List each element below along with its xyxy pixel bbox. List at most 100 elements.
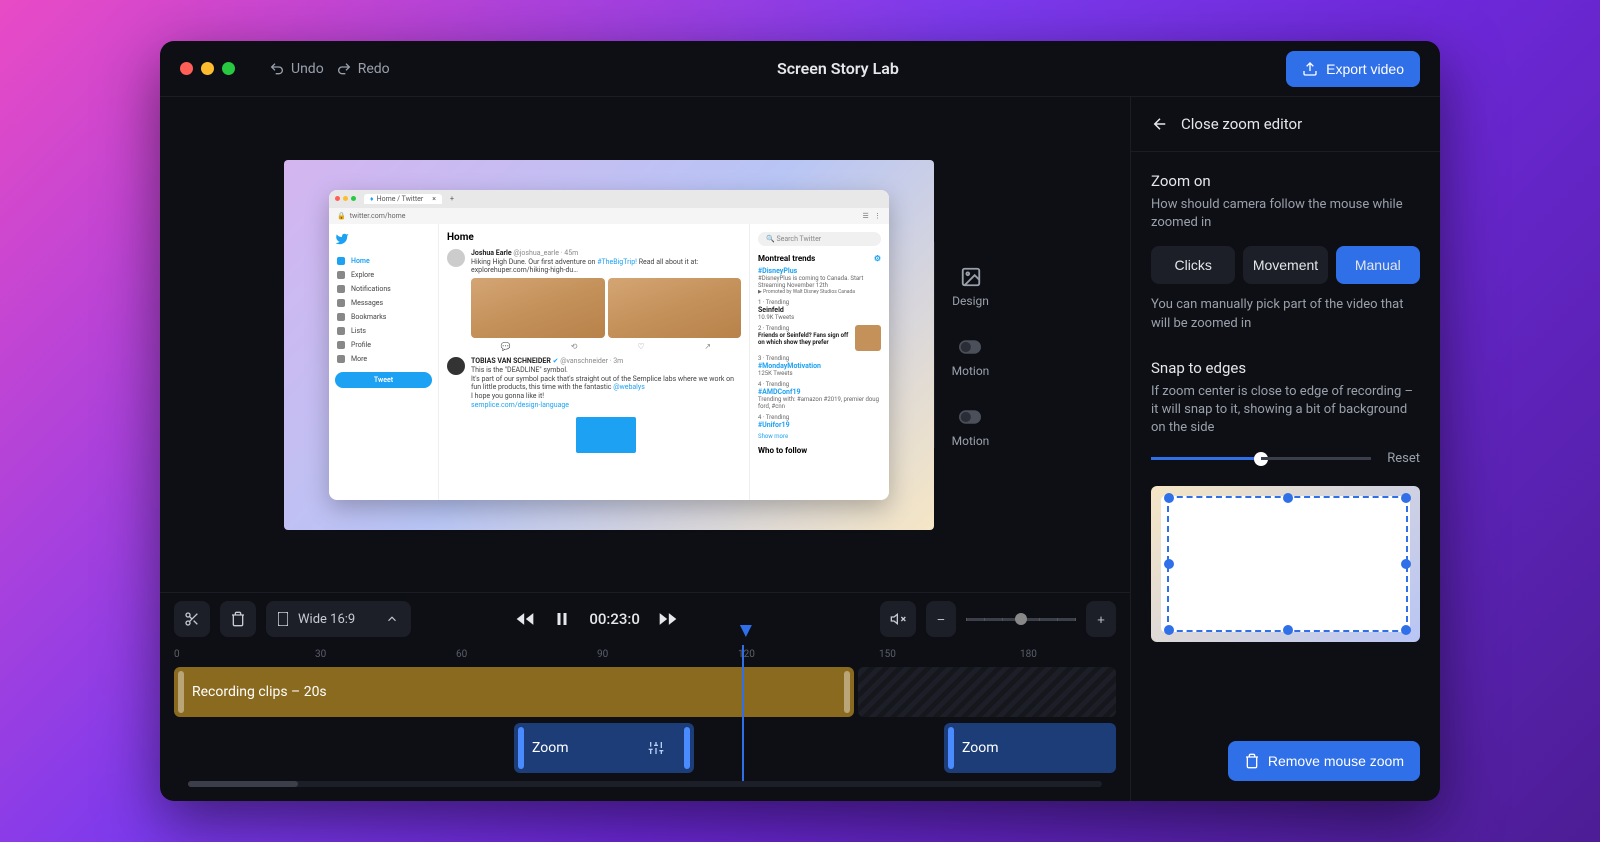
zoom-mode-clicks[interactable]: Clicks (1151, 246, 1235, 284)
right-toolbar: Design Motion Motion (934, 242, 1006, 448)
playhead[interactable] (742, 645, 744, 787)
zoom-mode-hint: You can manually pick part of the video … (1151, 296, 1420, 332)
undo-label: Undo (291, 61, 324, 77)
zoom-editor-panel: Close zoom editor Zoom on How should cam… (1130, 97, 1440, 801)
zoom-on-desc: How should camera follow the mouse while… (1151, 196, 1420, 232)
crop-handle-tc[interactable] (1283, 493, 1293, 503)
undo-icon (269, 61, 285, 77)
zoom-clip-label: Zoom (962, 740, 999, 756)
design-label: Design (952, 294, 989, 308)
aspect-label: Wide 16:9 (298, 612, 355, 627)
undo-redo-group: Undo Redo (269, 61, 390, 77)
clip-handle-left[interactable] (178, 671, 184, 713)
toggle-icon (959, 336, 981, 358)
sliders-icon[interactable] (648, 740, 664, 756)
motion-tool-2[interactable]: Motion (952, 406, 990, 448)
crop-handle-rc[interactable] (1401, 559, 1411, 569)
mute-button[interactable] (880, 601, 916, 637)
crop-handle-bl[interactable] (1164, 625, 1174, 635)
aspect-ratio-dropdown[interactable]: Wide 16:9 (266, 601, 411, 637)
body-row: ♦ Home / Twitter × + 🔒 twitter.com/home … (160, 97, 1440, 801)
zoom-in-button[interactable]: + (1086, 601, 1116, 637)
undo-button[interactable]: Undo (269, 61, 324, 77)
zoom-mode-movement[interactable]: Movement (1243, 246, 1327, 284)
crop-handle-tl[interactable] (1164, 493, 1174, 503)
snap-desc: If zoom center is close to edge of recor… (1151, 383, 1420, 438)
zoom-crop-preview[interactable] (1151, 486, 1420, 642)
zoom-clip-2[interactable]: Zoom (944, 723, 1116, 773)
recording-clip[interactable]: Recording clips – 20s (174, 667, 854, 717)
close-editor-label: Close zoom editor (1181, 115, 1302, 133)
pause-button[interactable] (553, 610, 571, 628)
feed-title: Home (447, 232, 741, 243)
cut-button[interactable] (174, 601, 210, 637)
titlebar: Undo Redo Screen Story Lab Export video (160, 41, 1440, 97)
snap-slider[interactable] (1151, 457, 1371, 460)
crop-frame[interactable] (1167, 496, 1408, 632)
close-zoom-editor-button[interactable]: Close zoom editor (1131, 97, 1440, 152)
clip-handle-left[interactable] (948, 727, 954, 769)
aspect-icon (278, 612, 288, 626)
scrollbar-thumb[interactable] (188, 781, 298, 787)
rewind-button[interactable] (515, 609, 535, 629)
crop-handle-lc[interactable] (1164, 559, 1174, 569)
forward-button[interactable] (658, 609, 678, 629)
zoom-mode-manual[interactable]: Manual (1336, 246, 1420, 284)
tw-sidebar: Home Explore Notifications Messages Book… (329, 224, 439, 500)
maximize-window-icon[interactable] (222, 62, 235, 75)
timeline-ruler[interactable]: 0 30 60 90 120 150 180 (160, 645, 1130, 667)
zoom-out-button[interactable]: − (926, 601, 956, 637)
zoom-clip-1[interactable]: Zoom (514, 723, 694, 773)
canvas-preview[interactable]: ♦ Home / Twitter × + 🔒 twitter.com/home … (284, 160, 934, 530)
timeline-tracks: Recording clips – 20s Zoom (160, 667, 1130, 801)
zoom-slider[interactable] (966, 618, 1076, 621)
timeline-scrollbar[interactable] (188, 781, 1102, 787)
twitter-logo-icon (335, 232, 349, 246)
redo-label: Redo (358, 61, 390, 77)
export-icon (1302, 61, 1318, 77)
export-video-button[interactable]: Export video (1286, 51, 1420, 87)
zoom-mode-segmented: Clicks Movement Manual (1151, 246, 1420, 284)
recording-clip-label: Recording clips – 20s (192, 684, 327, 700)
volume-off-icon (890, 611, 906, 627)
browser-tabs: ♦ Home / Twitter × + (329, 190, 889, 208)
canvas-preview-zone: ♦ Home / Twitter × + 🔒 twitter.com/home … (160, 97, 1130, 592)
motion-label: Motion (952, 434, 990, 448)
delete-button[interactable] (220, 601, 256, 637)
timecode: 00:23:0 (589, 610, 640, 628)
image-icon (960, 266, 982, 288)
crop-handle-bc[interactable] (1283, 625, 1293, 635)
minimize-window-icon[interactable] (201, 62, 214, 75)
clip-handle-right[interactable] (844, 671, 850, 713)
clip-handle-left[interactable] (518, 727, 524, 769)
close-window-icon[interactable] (180, 62, 193, 75)
playhead-indicator-icon[interactable] (740, 625, 752, 637)
snap-title: Snap to edges (1151, 359, 1420, 377)
timeline-controls: Wide 16:9 00:23:0 (160, 593, 1130, 645)
recording-track: Recording clips – 20s (174, 667, 1116, 717)
toggle-icon (959, 406, 981, 428)
clip-handle-right[interactable] (684, 727, 690, 769)
tweet-button: Tweet (335, 372, 432, 388)
main-area: ♦ Home / Twitter × + 🔒 twitter.com/home … (160, 97, 1130, 801)
crop-handle-br[interactable] (1401, 625, 1411, 635)
redo-button[interactable]: Redo (336, 61, 390, 77)
chevron-up-icon (385, 612, 399, 626)
browser-url: twitter.com/home (350, 212, 406, 220)
zoom-on-title: Zoom on (1151, 172, 1420, 190)
zoom-controls: − + (926, 601, 1116, 637)
remove-zoom-label: Remove mouse zoom (1268, 753, 1404, 769)
remove-mouse-zoom-button[interactable]: Remove mouse zoom (1228, 741, 1420, 781)
redo-icon (336, 61, 352, 77)
arrow-left-icon (1151, 115, 1169, 133)
traffic-lights (180, 62, 235, 75)
zoom-clip-label: Zoom (532, 740, 569, 756)
app-window: Undo Redo Screen Story Lab Export video (160, 41, 1440, 801)
design-tool[interactable]: Design (952, 266, 989, 308)
motion-tool-1[interactable]: Motion (952, 336, 990, 378)
snap-reset-button[interactable]: Reset (1387, 451, 1420, 466)
trash-icon (230, 611, 246, 627)
trash-icon (1244, 753, 1260, 769)
app-title: Screen Story Lab (406, 59, 1271, 78)
slider-thumb[interactable] (1254, 452, 1268, 466)
